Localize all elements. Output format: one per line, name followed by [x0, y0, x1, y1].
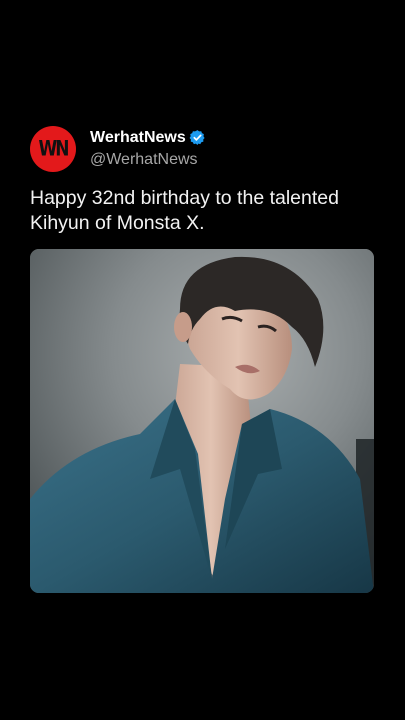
app-screen: WN WerhatNews @WerhatNews Happy 32nd bir…: [0, 0, 405, 720]
tweet-header: WN WerhatNews @WerhatNews: [30, 124, 374, 174]
ear: [174, 312, 192, 342]
portrait-photo: [30, 249, 374, 593]
tweet-text: Happy 32nd birthday to the talented Kihy…: [30, 187, 339, 234]
avatar-logo-text: WN: [38, 136, 70, 162]
display-name[interactable]: WerhatNews: [90, 128, 186, 148]
author-info: WerhatNews @WerhatNews: [90, 128, 206, 171]
tweet-card[interactable]: WN WerhatNews @WerhatNews Happy 32nd bir…: [30, 124, 374, 236]
tweet-photo[interactable]: [30, 249, 374, 593]
verified-badge-icon: [189, 130, 205, 145]
display-name-row: WerhatNews: [90, 128, 206, 148]
handle[interactable]: @WerhatNews: [90, 149, 206, 171]
avatar[interactable]: WN: [30, 126, 76, 172]
